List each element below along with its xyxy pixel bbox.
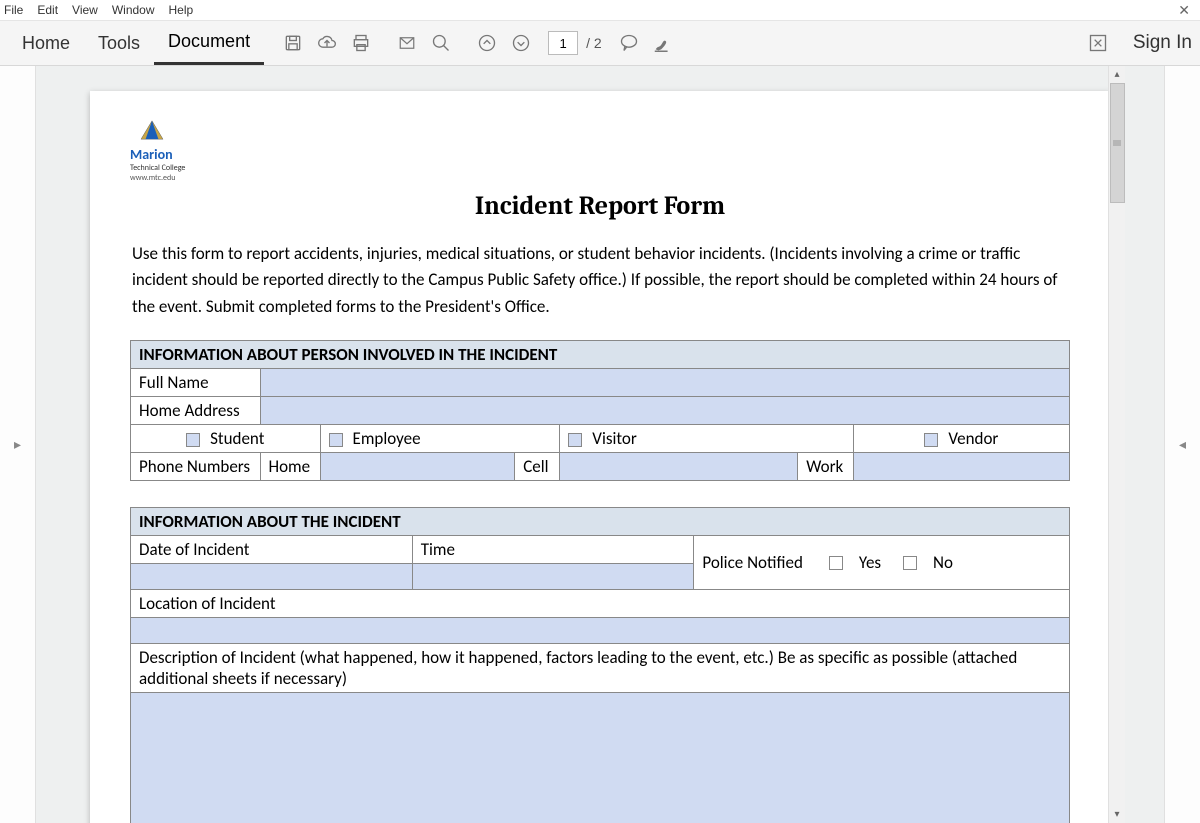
checkbox-police-no[interactable]: [903, 556, 917, 570]
police-notified-cell: Police Notified Yes No: [694, 536, 1070, 590]
input-phone-work[interactable]: [853, 453, 1069, 481]
toolbar: Home Tools Document / 2 Sign In: [0, 20, 1200, 66]
input-description[interactable]: [131, 693, 1070, 823]
mail-icon[interactable]: [390, 26, 424, 60]
input-full-name[interactable]: [260, 369, 1070, 397]
page-up-icon[interactable]: [470, 26, 504, 60]
checkbox-vendor[interactable]: Vendor: [853, 425, 1069, 453]
label-full-name: Full Name: [131, 369, 261, 397]
scroll-down-icon[interactable]: ▾: [1109, 806, 1125, 823]
tab-document[interactable]: Document: [154, 21, 264, 65]
section-incident: INFORMATION ABOUT THE INCIDENT Date of I…: [130, 507, 1070, 823]
tab-tools[interactable]: Tools: [84, 21, 154, 65]
label-police: Police Notified: [702, 552, 803, 573]
checkbox-visitor[interactable]: Visitor: [560, 425, 853, 453]
sign-in-button[interactable]: Sign In: [1133, 32, 1192, 54]
label-date: Date of Incident: [131, 536, 413, 564]
sign-icon[interactable]: [646, 26, 680, 60]
checkbox-student[interactable]: Student: [131, 425, 321, 453]
page-number-input[interactable]: [548, 31, 578, 55]
print-icon[interactable]: [344, 26, 378, 60]
input-date[interactable]: [131, 564, 413, 590]
input-location[interactable]: [131, 618, 1070, 644]
label-home-address: Home Address: [131, 397, 261, 425]
window-close-icon[interactable]: ✕: [1178, 2, 1196, 19]
input-time[interactable]: [412, 564, 694, 590]
input-phone-cell[interactable]: [560, 453, 798, 481]
menubar: File Edit View Window Help ✕: [0, 0, 1200, 20]
form-intro: Use this form to report accidents, injur…: [130, 241, 1070, 320]
scrollbar-thumb[interactable]: [1110, 83, 1125, 203]
logo-sub: Technical College: [130, 163, 1070, 173]
label-phone-home: Home: [260, 453, 320, 481]
label-location: Location of Incident: [131, 590, 1070, 618]
save-icon[interactable]: [276, 26, 310, 60]
page-total: / 2: [586, 35, 602, 51]
page-down-icon[interactable]: [504, 26, 538, 60]
input-home-address[interactable]: [260, 397, 1070, 425]
label-time: Time: [412, 536, 694, 564]
section1-header: INFORMATION ABOUT PERSON INVOLVED IN THE…: [131, 341, 1070, 369]
adobe-cloud-icon[interactable]: [1081, 26, 1115, 60]
page-indicator: / 2: [548, 31, 602, 55]
cloud-upload-icon[interactable]: [310, 26, 344, 60]
pdf-page: Marion Technical College www.mtc.edu Inc…: [90, 91, 1110, 823]
scroll-up-icon[interactable]: ▴: [1109, 66, 1125, 83]
logo-name: Marion: [130, 146, 1070, 163]
label-phone-work: Work: [798, 453, 853, 481]
left-panel-toggle[interactable]: ▸: [0, 66, 36, 823]
logo-url: www.mtc.edu: [130, 173, 1070, 183]
label-phone-numbers: Phone Numbers: [131, 453, 261, 481]
checkbox-police-yes[interactable]: [829, 556, 843, 570]
logo-icon: [138, 119, 166, 141]
workspace: ▸ Marion Technical College www.mtc.edu I…: [0, 66, 1200, 823]
logo: Marion Technical College www.mtc.edu: [130, 119, 1070, 183]
document-area[interactable]: Marion Technical College www.mtc.edu Inc…: [36, 66, 1164, 823]
menu-window[interactable]: Window: [112, 3, 155, 17]
form-title: Incident Report Form: [130, 191, 1070, 221]
menu-file[interactable]: File: [4, 3, 23, 17]
checkbox-employee[interactable]: Employee: [320, 425, 560, 453]
section-person-involved: INFORMATION ABOUT PERSON INVOLVED IN THE…: [130, 340, 1070, 481]
label-phone-cell: Cell: [515, 453, 560, 481]
menu-edit[interactable]: Edit: [37, 3, 58, 17]
input-phone-home[interactable]: [320, 453, 515, 481]
right-panel-toggle[interactable]: ◂: [1164, 66, 1200, 823]
menu-view[interactable]: View: [72, 3, 98, 17]
vertical-scrollbar[interactable]: ▴ ▾: [1108, 66, 1125, 823]
tab-home[interactable]: Home: [8, 21, 84, 65]
section2-header: INFORMATION ABOUT THE INCIDENT: [131, 508, 1070, 536]
comment-icon[interactable]: [612, 26, 646, 60]
menu-help[interactable]: Help: [169, 3, 194, 17]
search-icon[interactable]: [424, 26, 458, 60]
label-description: Description of Incident (what happened, …: [131, 644, 1070, 693]
